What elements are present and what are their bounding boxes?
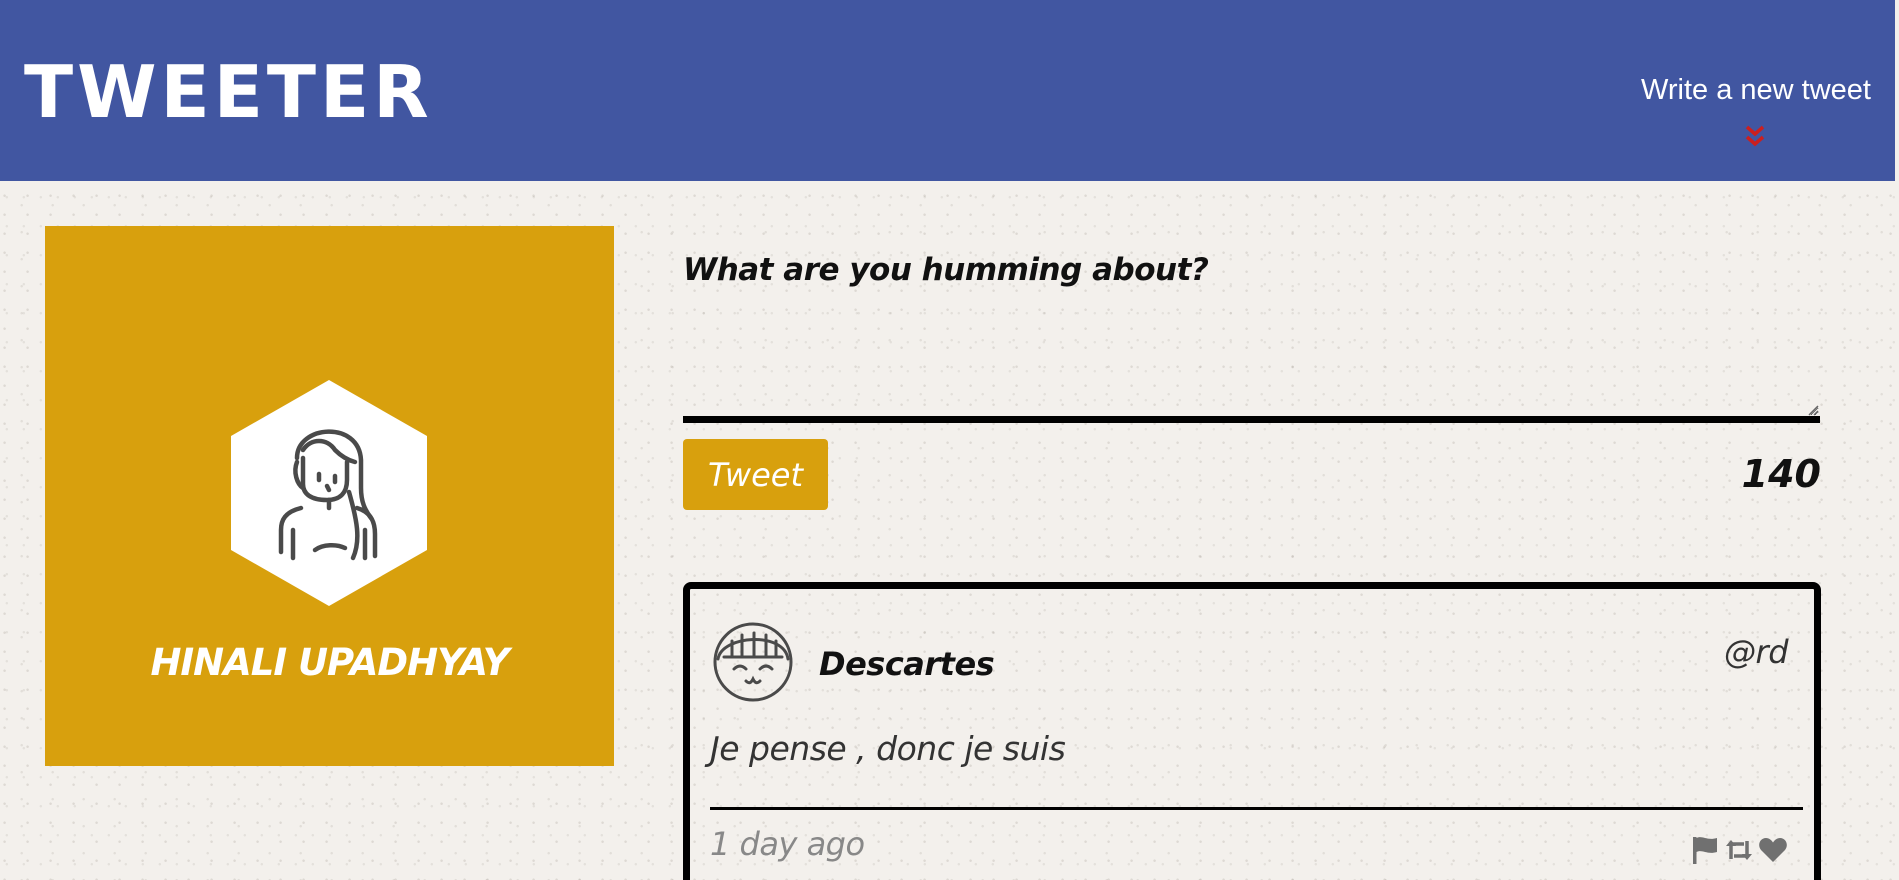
chevron-double-down-icon[interactable] (1743, 124, 1767, 150)
tweet-content: Je pense , donc je suis (710, 729, 1066, 768)
heart-icon[interactable] (1758, 835, 1788, 865)
resize-handle-icon[interactable] (1805, 402, 1819, 416)
tweet-button[interactable]: Tweet (683, 439, 828, 510)
flag-icon[interactable] (1690, 835, 1720, 865)
retweet-icon[interactable] (1724, 835, 1754, 865)
profile-card: HINALI UPADHYAY (45, 226, 614, 766)
textarea-underline (683, 416, 1820, 423)
tweet-author-handle[interactable]: @rd (1724, 633, 1788, 671)
tweet-textarea[interactable] (683, 300, 1819, 416)
author-avatar-icon (713, 622, 793, 702)
profile-name: HINALI UPADHYAY (150, 641, 509, 684)
write-new-tweet-toggle[interactable]: Write a new tweet (1611, 68, 1871, 158)
app-logo[interactable]: TWEETER (24, 52, 433, 132)
tweet-card: Descartes @rd Je pense , donc je suis 1 … (683, 582, 1821, 880)
tweet-actions (1690, 835, 1788, 865)
write-new-tweet-label[interactable]: Write a new tweet (1611, 68, 1871, 112)
user-avatar-icon (231, 380, 427, 606)
tweet-author-name[interactable]: Descartes (819, 645, 995, 683)
compose-heading: What are you humming about? (683, 252, 1209, 288)
top-navigation-bar: TWEETER Write a new tweet (0, 0, 1895, 181)
tweet-divider (710, 807, 1803, 810)
character-counter: 140 (1741, 452, 1821, 496)
tweet-timestamp: 1 day ago (710, 825, 865, 863)
